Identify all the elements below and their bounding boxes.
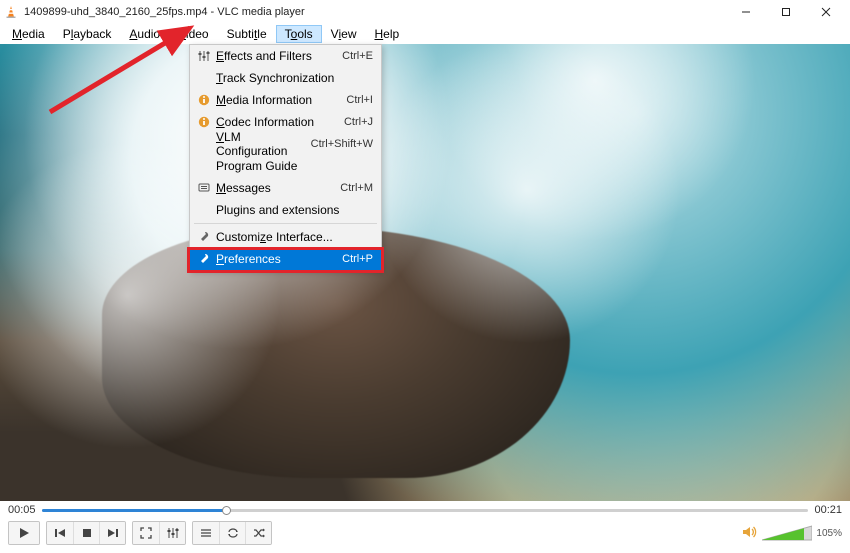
info-icon — [194, 116, 214, 128]
menu-view[interactable]: View — [323, 26, 365, 42]
volume-percent: 105% — [816, 528, 842, 539]
previous-button[interactable] — [47, 522, 73, 544]
playlist-button[interactable] — [193, 522, 219, 544]
wrench-icon — [194, 253, 214, 265]
playback-bar: 00:05 00:21 — [0, 501, 850, 553]
maximize-button[interactable] — [766, 0, 806, 24]
menu-media-information[interactable]: Media Information Ctrl+I — [190, 89, 381, 111]
menu-vlm-configuration[interactable]: VLM Configuration Ctrl+Shift+W — [190, 133, 381, 155]
shuffle-button[interactable] — [245, 522, 271, 544]
window-controls — [726, 0, 846, 24]
seek-slider[interactable] — [42, 503, 809, 517]
vlc-cone-icon — [4, 5, 18, 19]
window-title: 1409899-uhd_3840_2160_25fps.mp4 - VLC me… — [24, 6, 726, 18]
controls-row: 105% — [0, 517, 850, 549]
time-total: 00:21 — [814, 504, 842, 516]
speaker-icon[interactable] — [742, 525, 758, 542]
loop-button[interactable] — [219, 522, 245, 544]
messages-icon — [194, 182, 214, 194]
close-button[interactable] — [806, 0, 846, 24]
stop-button[interactable] — [73, 522, 99, 544]
play-button[interactable] — [9, 522, 39, 544]
next-button[interactable] — [99, 522, 125, 544]
seek-row: 00:05 00:21 — [0, 501, 850, 517]
menu-tools[interactable]: Tools — [277, 26, 321, 42]
menu-messages[interactable]: Messages Ctrl+M — [190, 177, 381, 199]
menu-separator — [194, 223, 377, 224]
titlebar: 1409899-uhd_3840_2160_25fps.mp4 - VLC me… — [0, 0, 850, 24]
menu-customize-interface[interactable]: Customize Interface... — [190, 226, 381, 248]
menu-help[interactable]: Help — [366, 26, 407, 42]
menu-subtitle[interactable]: Subtitle — [219, 26, 275, 42]
fullscreen-button[interactable] — [133, 522, 159, 544]
volume-control: 105% — [742, 524, 842, 542]
volume-slider[interactable] — [762, 524, 812, 542]
time-elapsed: 00:05 — [8, 504, 36, 516]
menu-program-guide[interactable]: Program Guide — [190, 155, 381, 177]
menu-effects-filters[interactable]: Effects and Filters Ctrl+E — [190, 45, 381, 67]
extended-settings-button[interactable] — [159, 522, 185, 544]
menu-preferences[interactable]: Preferences Ctrl+P — [190, 248, 381, 270]
wrench-icon — [194, 231, 214, 243]
minimize-button[interactable] — [726, 0, 766, 24]
menu-plugins-extensions[interactable]: Plugins and extensions — [190, 199, 381, 221]
menu-track-synchronization[interactable]: Track Synchronization — [190, 67, 381, 89]
tools-dropdown: Effects and Filters Ctrl+E Track Synchro… — [189, 44, 382, 271]
info-icon — [194, 94, 214, 106]
equalizer-icon — [194, 50, 214, 62]
annotation-arrow-icon — [40, 22, 210, 122]
